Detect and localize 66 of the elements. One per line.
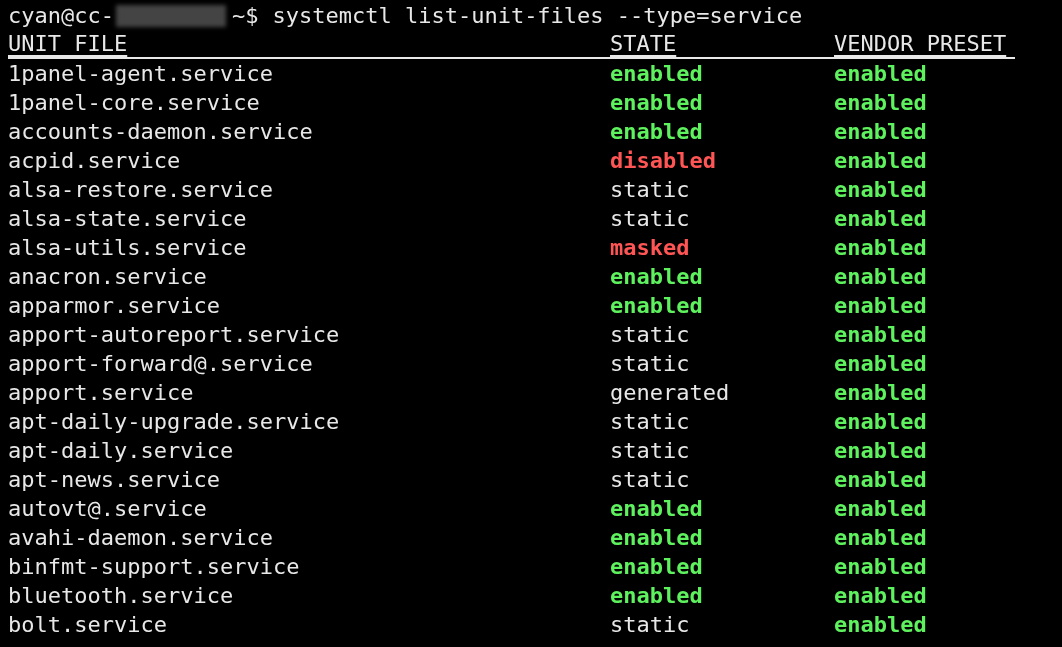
state-text: enabled <box>610 292 704 320</box>
state-text: enabled <box>610 89 704 117</box>
vendor-preset-text: enabled <box>834 379 928 407</box>
state-text: enabled <box>610 582 704 610</box>
state-text: static <box>610 611 691 639</box>
unit-name: apport.service <box>8 379 195 407</box>
vendor-preset-text: enabled <box>834 321 928 349</box>
state-text: static <box>610 205 691 233</box>
prompt-path: ~$ <box>231 2 259 30</box>
state-text: static <box>610 408 691 436</box>
state-text: enabled <box>610 495 704 523</box>
column-header: VENDOR PRESET <box>834 30 1008 57</box>
column-header: STATE <box>610 30 678 57</box>
vendor-preset-text: enabled <box>834 176 928 204</box>
unit-name: bolt.service <box>8 611 168 639</box>
vendor-preset-text: enabled <box>834 350 928 378</box>
vendor-preset-text: enabled <box>834 263 928 291</box>
state-text: enabled <box>610 263 704 291</box>
vendor-preset-text: enabled <box>834 205 928 233</box>
state-text: disabled <box>610 147 717 175</box>
state-text: masked <box>610 234 691 262</box>
state-text: static <box>610 437 691 465</box>
state-text: enabled <box>610 524 704 552</box>
vendor-preset-text: enabled <box>834 437 928 465</box>
vendor-preset-text: enabled <box>834 611 928 639</box>
vendor-preset-text: enabled <box>834 466 928 494</box>
unit-name: apt-news.service <box>8 466 221 494</box>
vendor-preset-text: enabled <box>834 118 928 146</box>
unit-name: avahi-daemon.service <box>8 524 274 552</box>
vendor-preset-text: enabled <box>834 553 928 581</box>
state-text: static <box>610 176 691 204</box>
vendor-preset-text: enabled <box>834 292 928 320</box>
unit-name: acpid.service <box>8 147 182 175</box>
prompt-user-host: cyan@cc- <box>8 2 114 30</box>
vendor-preset-text: enabled <box>834 582 928 610</box>
unit-name: autovt@.service <box>8 495 208 523</box>
vendor-preset-text: enabled <box>834 89 928 117</box>
state-text: static <box>610 321 691 349</box>
vendor-preset-text: enabled <box>834 408 928 436</box>
unit-name: binfmt-support.service <box>8 553 301 581</box>
unit-name: apt-daily.service <box>8 437 235 465</box>
state-text: static <box>610 350 691 378</box>
unit-name: anacron.service <box>8 263 208 291</box>
state-text: generated <box>610 379 731 407</box>
unit-name: 1panel-agent.service <box>8 60 274 88</box>
command-text: systemctl list-unit-files --type=service <box>272 2 803 30</box>
vendor-preset-text: enabled <box>834 60 928 88</box>
unit-name: accounts-daemon.service <box>8 118 314 146</box>
unit-name: alsa-restore.service <box>8 176 274 204</box>
vendor-preset-text: enabled <box>834 147 928 175</box>
unit-name: alsa-utils.service <box>8 234 248 262</box>
unit-name: bluetooth.service <box>8 582 235 610</box>
unit-name: 1panel-core.service <box>8 89 261 117</box>
state-text: enabled <box>610 553 704 581</box>
unit-name: apparmor.service <box>8 292 221 320</box>
unit-name: apport-forward@.service <box>8 350 314 378</box>
unit-name: alsa-state.service <box>8 205 248 233</box>
column-header: UNIT FILE <box>8 30 129 57</box>
vendor-preset-text: enabled <box>834 524 928 552</box>
unit-name: apt-daily-upgrade.service <box>8 408 341 436</box>
unit-name: apport-autoreport.service <box>8 321 341 349</box>
vendor-preset-text: enabled <box>834 234 928 262</box>
state-text: enabled <box>610 118 704 146</box>
state-text: enabled <box>610 60 704 88</box>
vendor-preset-text: enabled <box>834 495 928 523</box>
state-text: static <box>610 466 691 494</box>
